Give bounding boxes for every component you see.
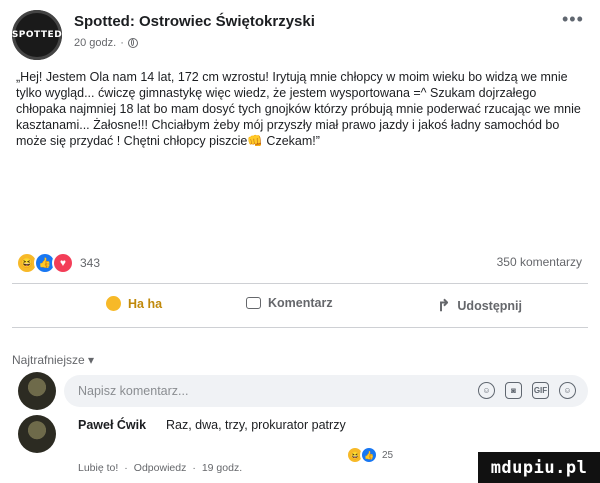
post-text: „Hej! Jestem Ola nam 14 lat, 172 cm wzro… bbox=[16, 69, 582, 149]
comment-composer[interactable]: ☺ ◙ GIF ☺ bbox=[64, 375, 588, 407]
comment-sort-dropdown[interactable]: Najtrafniejsze ▾ bbox=[12, 353, 94, 367]
post-text-end: Czekam!” bbox=[262, 134, 320, 148]
haha-button[interactable]: Ha ha bbox=[106, 296, 162, 311]
share-button[interactable]: ↱ Udostępnij bbox=[437, 296, 522, 316]
sticker-icon[interactable]: ☺ bbox=[559, 382, 576, 399]
composer-icons: ☺ ◙ GIF ☺ bbox=[478, 382, 576, 399]
commenter-avatar[interactable] bbox=[18, 415, 56, 453]
divider bbox=[12, 283, 588, 284]
comments-count[interactable]: 350 komentarzy bbox=[497, 255, 582, 269]
separator: · bbox=[192, 462, 196, 474]
camera-icon[interactable]: ◙ bbox=[505, 382, 522, 399]
comment-time[interactable]: 19 godz. bbox=[202, 462, 242, 474]
haha-label: Ha ha bbox=[128, 296, 163, 311]
comment-reactions[interactable]: 😆 👍 25 bbox=[346, 446, 393, 464]
comment-reaction-count: 25 bbox=[382, 449, 394, 461]
comment-actions: Lubię to! · Odpowiedz · 19 godz. bbox=[78, 462, 242, 474]
comment-button[interactable]: Komentarz bbox=[246, 296, 333, 310]
divider bbox=[12, 327, 588, 328]
globe-icon bbox=[127, 38, 138, 48]
gif-icon[interactable]: GIF bbox=[532, 382, 549, 399]
comment-text: Raz, dwa, trzy, prokurator patrzy bbox=[166, 418, 346, 432]
commenter-name[interactable]: Paweł Ćwik bbox=[78, 418, 146, 432]
page-avatar-text: SPOTTED bbox=[11, 30, 63, 40]
more-options-icon[interactable]: ••• bbox=[562, 10, 584, 28]
post-meta: 20 godz. · bbox=[74, 37, 138, 49]
current-user-avatar[interactable] bbox=[18, 372, 56, 410]
comment-label: Komentarz bbox=[268, 296, 333, 310]
separator: · bbox=[124, 462, 128, 474]
comment-input[interactable] bbox=[78, 375, 408, 407]
comment-icon bbox=[246, 297, 261, 309]
page-avatar[interactable]: SPOTTED bbox=[12, 10, 62, 60]
share-icon: ↱ bbox=[437, 298, 451, 315]
reactions-summary[interactable]: 😆 👍 ♥ 343 bbox=[16, 252, 100, 274]
post-time[interactable]: 20 godz. bbox=[74, 37, 116, 49]
fist-emoji-icon: 👊 bbox=[247, 134, 263, 148]
emoji-icon[interactable]: ☺ bbox=[478, 382, 495, 399]
comment-like-link[interactable]: Lubię to! bbox=[78, 462, 118, 474]
reaction-count[interactable]: 343 bbox=[80, 256, 100, 270]
comment-reply-link[interactable]: Odpowiedz bbox=[134, 462, 187, 474]
page-name-link[interactable]: Spotted: Ostrowiec Świętokrzyski bbox=[74, 13, 315, 30]
watermark-logo: mdupiu.pl bbox=[478, 452, 600, 483]
like-reaction-icon: 👍 bbox=[360, 446, 378, 464]
share-label: Udostępnij bbox=[457, 299, 522, 313]
love-reaction-icon: ♥ bbox=[52, 252, 74, 274]
haha-icon bbox=[106, 296, 121, 311]
